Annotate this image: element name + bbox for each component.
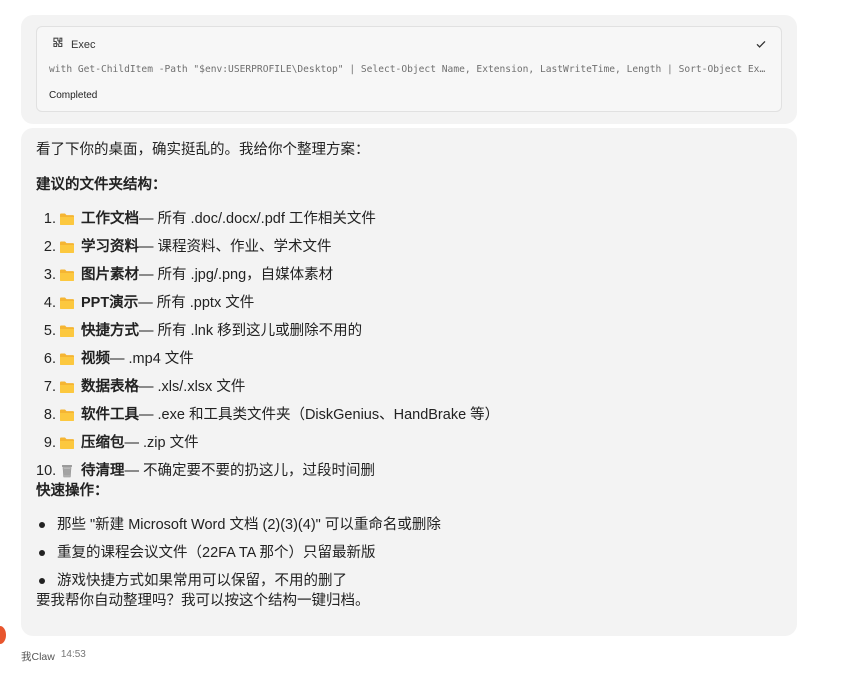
folder-desc: — 课程资料、作业、学术文件 [139,239,332,255]
folder-icon [59,268,75,282]
op-text: 那些 "新建 Microsoft Word 文档 (2)(3)(4)" 可以重命… [57,517,441,533]
folder-icon [59,352,75,366]
sender-name: 我Claw [21,651,55,663]
bullet-icon [39,578,45,584]
folder-name: 图片素材 [81,267,139,283]
folder-desc: — .xls/.xlsx 文件 [139,379,246,395]
list-number: 7. [43,379,56,395]
list-number: 9. [43,435,56,451]
list-number: 6. [43,351,56,367]
folder-icon [59,380,75,394]
list-item: 1. 工作文档 — 所有 .doc/.docx/.pdf 工作相关文件 [36,205,782,233]
exec-card[interactable]: Exec with Get-ChildItem -Path "$env:USER… [36,26,782,112]
avatar[interactable] [0,626,6,644]
list-number: 2. [43,239,56,255]
folder-icon [59,296,75,310]
chat-page: Exec with Get-ChildItem -Path "$env:USER… [0,0,855,673]
tool-call-block: Exec with Get-ChildItem -Path "$env:USER… [21,15,797,124]
bullet-icon [39,522,45,528]
list-item: 4. PPT演示 — 所有 .pptx 文件 [36,289,782,317]
list-item: 6. 视频 — .mp4 文件 [36,345,782,373]
list-item: 3. 图片素材 — 所有 .jpg/.png，自媒体素材 [36,261,782,289]
list-item: 5. 快捷方式 — 所有 .lnk 移到这儿或删除不用的 [36,317,782,345]
exec-title: Exec [71,39,96,51]
folder-name: 视频 [81,351,110,367]
folder-desc: — .exe 和工具类文件夹（DiskGenius、HandBrake 等） [139,407,500,423]
bullet-icon [39,550,45,556]
folder-name: 工作文档 [81,211,139,227]
folder-icon [59,212,75,226]
folder-name: 软件工具 [81,407,139,423]
list-item: 8. 软件工具 — .exe 和工具类文件夹（DiskGenius、HandBr… [36,401,782,429]
folder-name: 数据表格 [81,379,139,395]
folder-icon [59,324,75,338]
list-number: 3. [43,267,56,283]
list-number: 8. [43,407,56,423]
list-item: 那些 "新建 Microsoft Word 文档 (2)(3)(4)" 可以重命… [36,511,782,539]
folder-desc: — 不确定要不要的扔这儿，过段时间删 [124,463,376,479]
check-icon [755,37,769,51]
list-number: 5. [43,323,56,339]
folder-list: 1. 工作文档 — 所有 .doc/.docx/.pdf 工作相关文件 2. 学… [36,205,782,485]
folder-name: 快捷方式 [81,323,139,339]
message-intro: 看了下你的桌面，确实挺乱的。我给你个整理方案： [36,142,370,158]
list-item: 7. 数据表格 — .xls/.xlsx 文件 [36,373,782,401]
folder-desc: — 所有 .lnk 移到这儿或删除不用的 [139,323,363,339]
trash-icon [59,464,75,478]
folders-heading: 建议的文件夹结构： [36,177,167,193]
list-number: 1. [43,211,56,227]
folder-desc: — 所有 .pptx 文件 [138,295,255,311]
folder-name: 学习资料 [81,239,139,255]
message-meta: 我Claw 14:53 [21,649,86,664]
exec-header: Exec [50,37,95,53]
message-outro: 要我帮你自动整理吗？我可以按这个结构一键归档。 [36,593,370,609]
folder-desc: — .mp4 文件 [110,351,194,367]
folder-icon [59,240,75,254]
folder-desc: — 所有 .doc/.docx/.pdf 工作相关文件 [139,211,376,227]
list-item: 2. 学习资料 — 课程资料、作业、学术文件 [36,233,782,261]
list-number: 4. [43,295,56,311]
folder-desc: — .zip 文件 [124,435,199,451]
timestamp: 14:53 [60,649,86,660]
assistant-message: 看了下你的桌面，确实挺乱的。我给你个整理方案： 建议的文件夹结构： 1. 工作文… [21,128,797,636]
list-item: 9. 压缩包 — .zip 文件 [36,429,782,457]
ops-list: 那些 "新建 Microsoft Word 文档 (2)(3)(4)" 可以重命… [36,511,782,595]
folder-icon [59,436,75,450]
plugin-icon [50,36,64,55]
folder-name: 压缩包 [81,435,125,451]
exec-status: Completed [49,90,98,101]
op-text: 重复的课程会议文件（22FA TA 那个）只留最新版 [57,545,376,561]
folder-name: PPT演示 [81,295,139,311]
exec-command: with Get-ChildItem -Path "$env:USERPROFI… [49,64,769,75]
folder-desc: — 所有 .jpg/.png，自媒体素材 [139,267,334,283]
list-item: 重复的课程会议文件（22FA TA 那个）只留最新版 [36,539,782,567]
folder-icon [59,408,75,422]
